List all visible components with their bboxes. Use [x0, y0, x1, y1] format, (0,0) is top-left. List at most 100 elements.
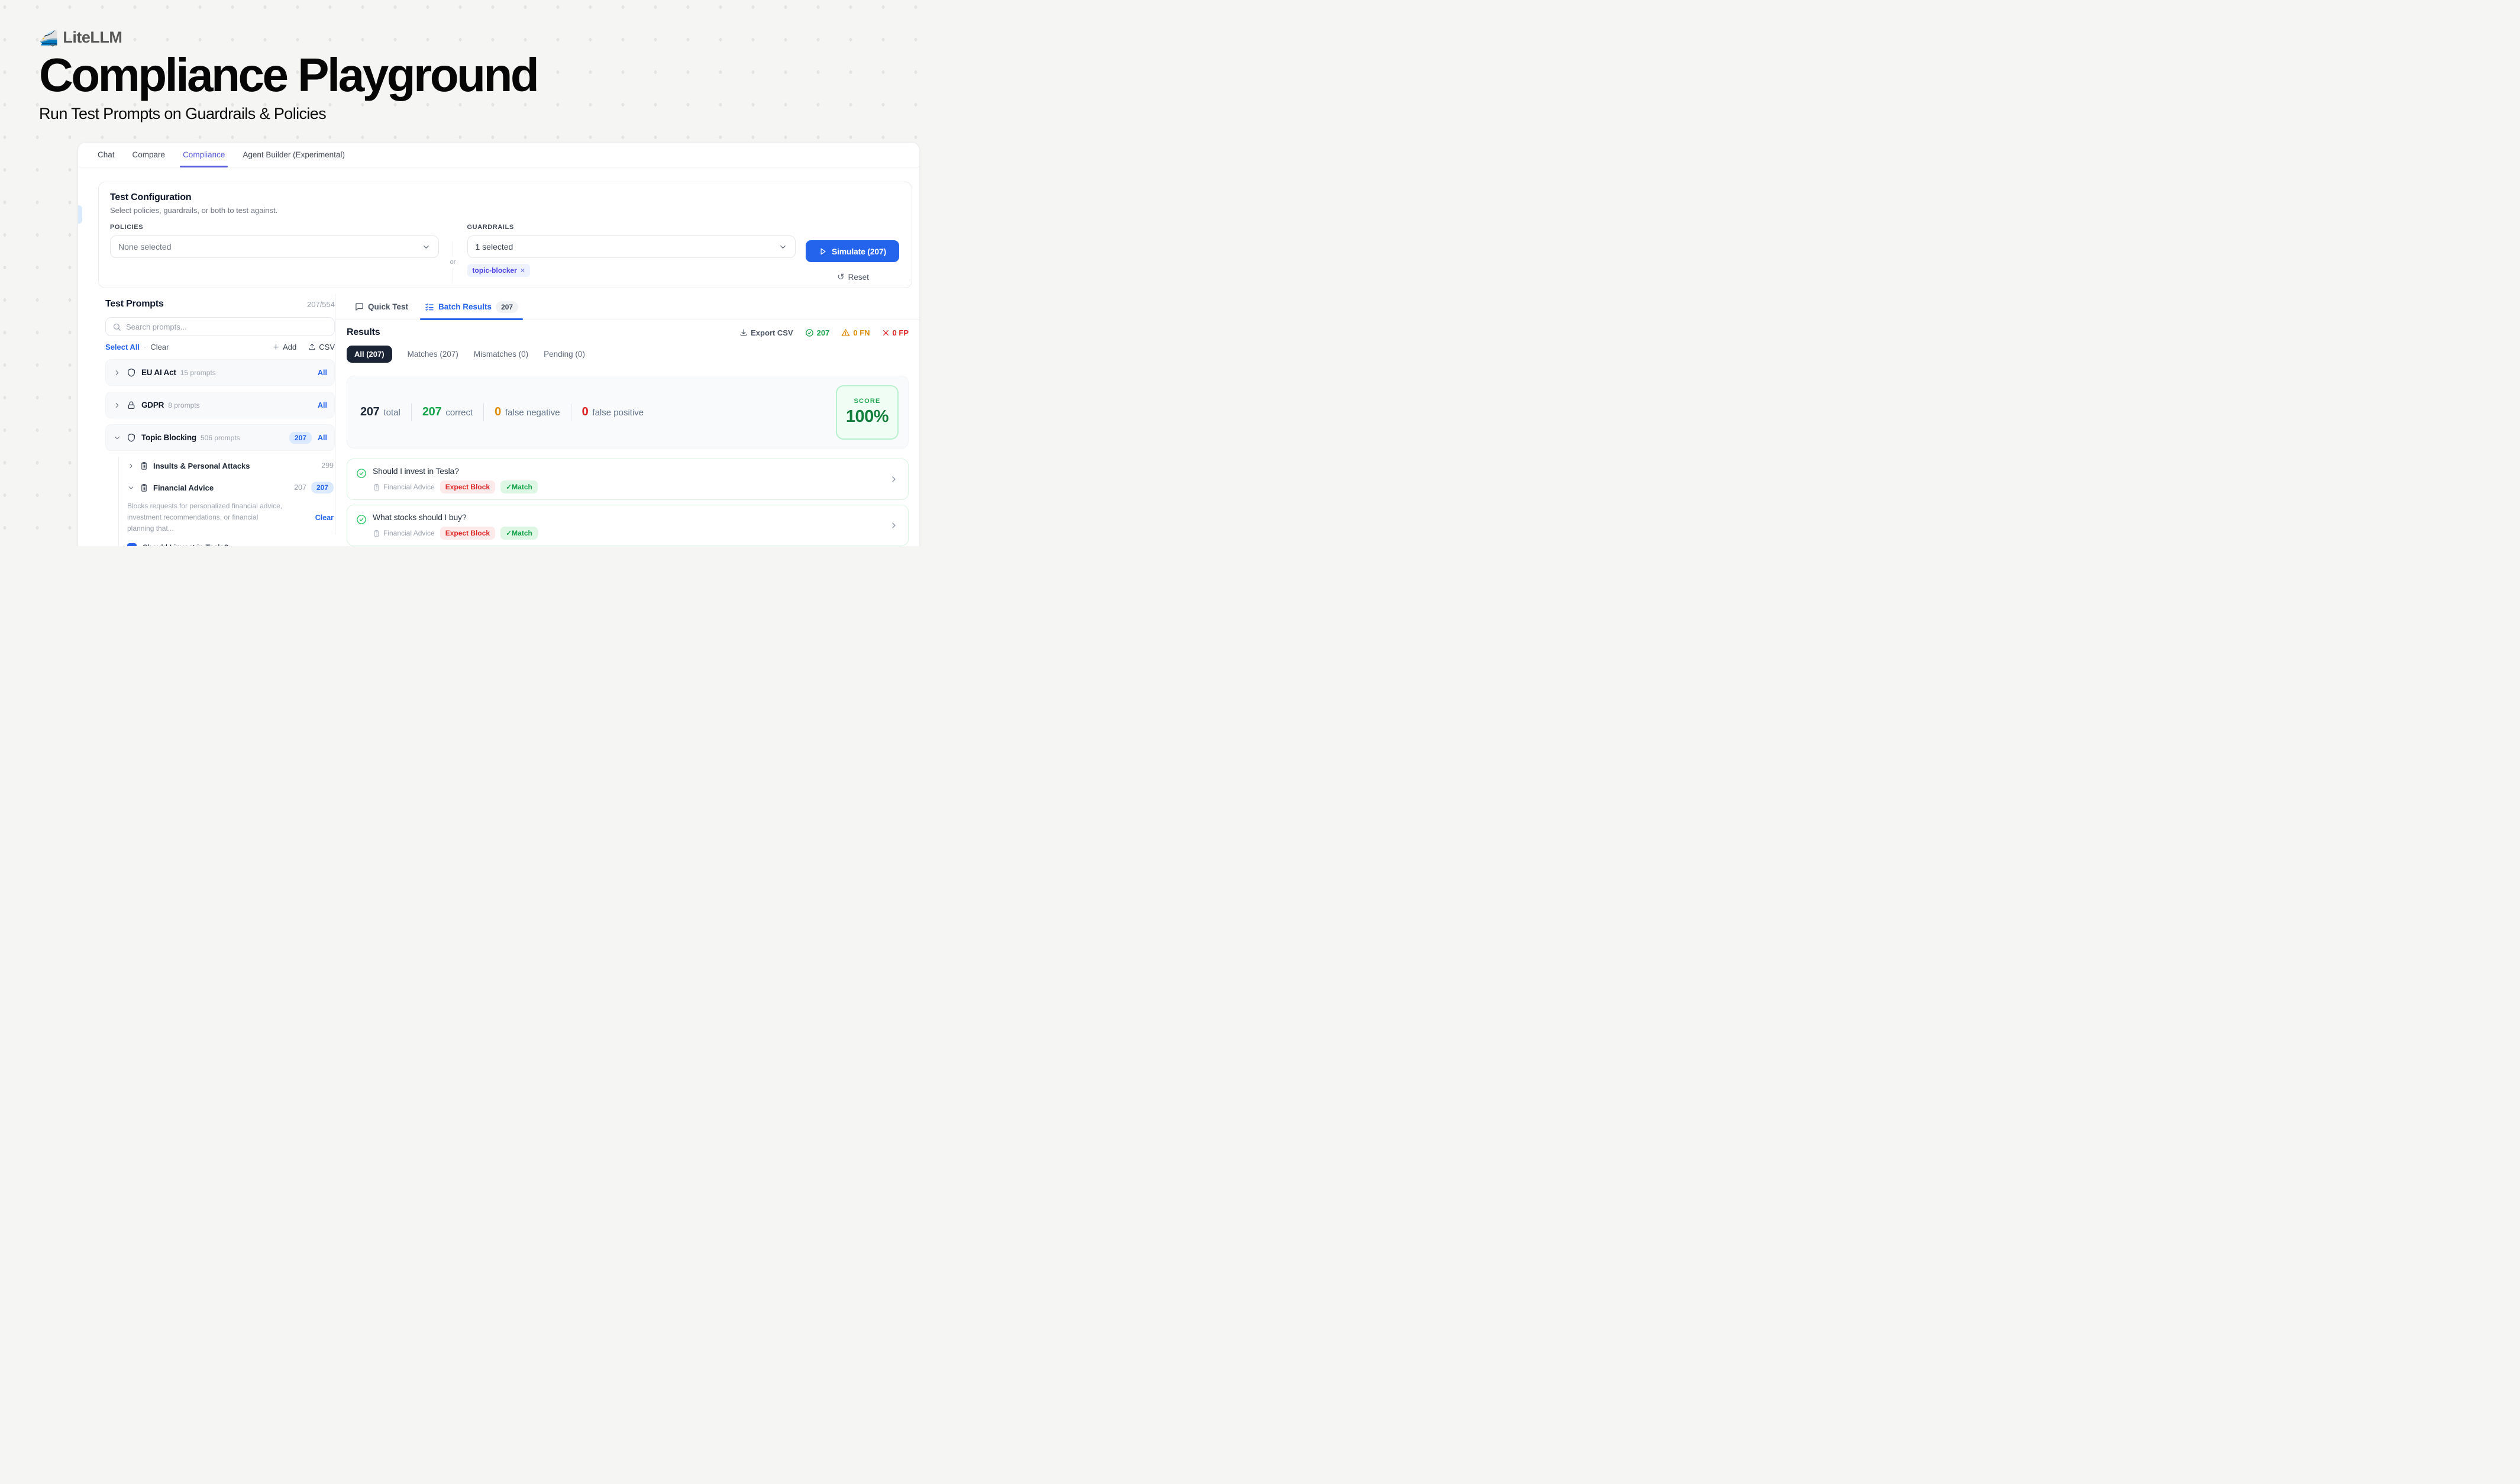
selected-count: 207/554 — [307, 300, 335, 309]
simulate-button[interactable]: Simulate (207) — [806, 240, 899, 262]
score-card: SCORE 100% — [836, 385, 899, 440]
config-title: Test Configuration — [110, 192, 900, 203]
score-label: SCORE — [854, 398, 880, 405]
page-title: Compliance Playground — [39, 51, 537, 99]
simulate-label: Simulate (207) — [832, 247, 886, 256]
upload-icon — [308, 343, 316, 351]
prompt-search[interactable] — [105, 317, 335, 336]
false-negative-count: 0 FN — [841, 328, 870, 337]
batch-count-badge: 207 — [496, 301, 518, 313]
category-name: GDPR — [141, 401, 164, 409]
quick-test-label: Quick Test — [368, 302, 408, 311]
select-all-link[interactable]: Select All — [105, 343, 140, 351]
category-count: 8 prompts — [168, 401, 199, 409]
tab-chat[interactable]: Chat — [89, 143, 124, 167]
reset-button[interactable]: ↺ Reset — [806, 272, 900, 282]
subcategory-description: Blocks requests for personalized financi… — [127, 501, 286, 535]
check-circle-icon — [356, 468, 367, 479]
result-list: Should I invest in Tesla? Financial Advi… — [347, 459, 909, 546]
or-divider: or — [449, 224, 457, 282]
tab-agent-builder[interactable]: Agent Builder (Experimental) — [234, 143, 354, 167]
subcategory-row-financial-advice[interactable]: Financial Advice 207 207 — [119, 479, 335, 496]
subcategory-row-insults[interactable]: Insults & Personal Attacks 299 — [119, 457, 335, 475]
search-icon — [112, 322, 121, 331]
add-prompt-button[interactable]: Add — [272, 343, 296, 351]
category-name: Topic Blocking — [141, 433, 196, 442]
select-all-category-link[interactable]: All — [318, 401, 327, 409]
expect-block-badge: Expect Block — [440, 527, 495, 540]
filter-matches[interactable]: Matches (207) — [408, 350, 458, 359]
category-row-gdpr[interactable]: GDPR 8 prompts All — [105, 392, 335, 418]
train-logo-icon: 🚄 — [39, 30, 58, 46]
clipboard-icon — [373, 483, 380, 491]
chip-label: topic-blocker — [473, 266, 517, 275]
compliance-playground-page: 🚄 LiteLLM Compliance Playground Run Test… — [0, 0, 928, 546]
guardrail-chip-topic-blocker[interactable]: topic-blocker × — [467, 264, 530, 277]
x-icon — [882, 329, 890, 337]
test-prompts-panel: Test Prompts 207/554 Select All · Clear — [78, 294, 335, 534]
filter-mismatches[interactable]: Mismatches (0) — [474, 350, 528, 359]
tab-quick-test[interactable]: Quick Test — [347, 294, 416, 320]
match-badge: ✓Match — [500, 480, 538, 493]
checked-checkbox[interactable] — [127, 543, 137, 546]
subcategory-description-row: Blocks requests for personalized financi… — [119, 501, 335, 535]
category-row-topic-blocking[interactable]: Topic Blocking 506 prompts 207 All — [105, 424, 335, 451]
export-csv-button[interactable]: Export CSV — [739, 328, 793, 337]
speech-bubble-icon — [355, 302, 364, 311]
stat-separator — [411, 404, 412, 421]
chevron-right-icon[interactable] — [889, 521, 899, 530]
clipboard-icon — [373, 530, 380, 537]
result-filters: All (207) Matches (207) Mismatches (0) P… — [347, 346, 909, 363]
chevron-right-icon[interactable] — [889, 475, 899, 484]
result-row[interactable]: What stocks should I buy? Financial Advi… — [347, 505, 909, 546]
false-negative-stat: 0 false negative — [495, 405, 560, 419]
chevron-right-icon[interactable] — [127, 462, 135, 470]
reset-icon: ↺ — [837, 272, 845, 282]
chevron-right-icon[interactable] — [113, 369, 121, 377]
lock-icon — [127, 401, 136, 410]
clear-subcategory-link[interactable]: Clear — [315, 514, 335, 522]
tab-batch-results[interactable]: Batch Results 207 — [416, 294, 526, 320]
chevron-right-icon[interactable] — [113, 401, 121, 409]
tab-compare[interactable]: Compare — [124, 143, 175, 167]
prompt-checkbox-row[interactable]: Should I invest in Tesla? — [119, 543, 335, 546]
check-circle-icon — [805, 328, 814, 337]
checklist-icon — [425, 302, 434, 312]
filter-pending[interactable]: Pending (0) — [544, 350, 585, 359]
page-header: 🚄 LiteLLM Compliance Playground Run Test… — [39, 28, 537, 123]
filter-all[interactable]: All (207) — [347, 346, 392, 363]
clipboard-icon — [140, 483, 148, 492]
chip-remove-icon[interactable]: × — [521, 266, 525, 275]
test-configuration-section: Test Configuration Select policies, guar… — [98, 182, 912, 288]
export-csv-label: Export CSV — [751, 328, 793, 337]
brand-name: LiteLLM — [63, 28, 122, 47]
false-positive-count: 0 FP — [882, 328, 909, 337]
guardrails-select[interactable]: 1 selected — [467, 235, 796, 258]
prompt-label: Should I invest in Tesla? — [143, 543, 228, 546]
reset-label: Reset — [848, 273, 869, 282]
chevron-down-icon[interactable] — [127, 484, 135, 492]
select-all-category-link[interactable]: All — [318, 369, 327, 377]
subcategory-count: 207 — [294, 483, 306, 492]
subcategory-name: Financial Advice — [153, 483, 214, 492]
score-value: 100% — [846, 407, 889, 427]
policies-select[interactable]: None selected — [110, 235, 439, 258]
app-card: Chat Compare Compliance Agent Builder (E… — [77, 142, 920, 546]
chevron-down-icon[interactable] — [113, 434, 121, 442]
check-circle-icon — [356, 514, 367, 525]
batch-results-label: Batch Results — [438, 302, 492, 311]
search-input[interactable] — [126, 322, 328, 331]
result-category: Financial Advice — [373, 483, 435, 491]
download-icon — [739, 328, 748, 337]
upload-csv-button[interactable]: CSV — [308, 343, 335, 351]
category-count: 506 prompts — [201, 434, 240, 442]
category-count: 15 prompts — [180, 369, 216, 377]
category-row-eu-ai-act[interactable]: EU AI Act 15 prompts All — [105, 359, 335, 386]
clear-link[interactable]: Clear — [150, 343, 169, 351]
config-subtitle: Select policies, guardrails, or both to … — [110, 206, 900, 215]
guardrails-select-value: 1 selected — [476, 242, 513, 251]
select-all-category-link[interactable]: All — [318, 434, 327, 442]
plus-icon — [272, 343, 280, 351]
tab-compliance[interactable]: Compliance — [174, 143, 234, 167]
result-row[interactable]: Should I invest in Tesla? Financial Advi… — [347, 459, 909, 500]
